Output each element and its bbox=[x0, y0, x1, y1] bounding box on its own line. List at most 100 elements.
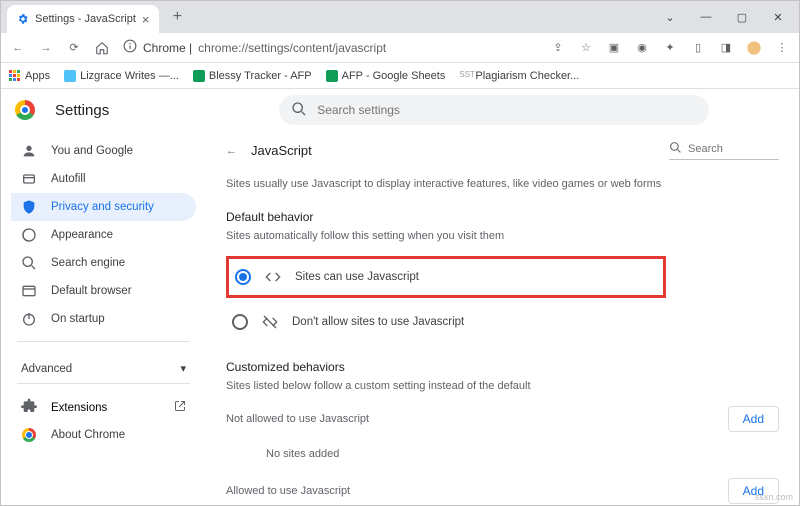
page-header: ← JavaScript bbox=[226, 141, 779, 160]
bookmark-item[interactable]: SST Plagiarism Checker... bbox=[459, 70, 579, 82]
back-icon[interactable]: ← bbox=[7, 37, 29, 59]
page-icon: SST bbox=[459, 70, 471, 82]
browser-tab[interactable]: Settings - JavaScript × bbox=[7, 5, 159, 33]
bookmark-item[interactable]: AFP - Google Sheets bbox=[326, 70, 446, 82]
search-settings[interactable] bbox=[279, 95, 709, 125]
reload-icon[interactable]: ⟳ bbox=[63, 37, 85, 59]
divider bbox=[17, 383, 190, 384]
ext-square-icon[interactable]: ▣ bbox=[603, 37, 625, 59]
sheets-icon bbox=[326, 70, 338, 82]
about-label: About Chrome bbox=[51, 429, 125, 441]
radio-label: Don't allow sites to use Javascript bbox=[292, 316, 464, 328]
search-icon bbox=[669, 141, 682, 157]
code-icon bbox=[265, 269, 281, 285]
sidebar-item-about[interactable]: About Chrome bbox=[11, 421, 196, 449]
sidebar-item-you-and-google[interactable]: You and Google bbox=[11, 137, 196, 165]
sidebar-item-extensions[interactable]: Extensions bbox=[11, 392, 196, 417]
bookmark-item[interactable]: Lizgrace Writes —... bbox=[64, 70, 179, 82]
bookmark-label: Apps bbox=[25, 70, 50, 82]
extensions-label: Extensions bbox=[51, 402, 107, 414]
sidebar-item-privacy[interactable]: Privacy and security bbox=[11, 193, 196, 221]
sidebar-item-search-engine[interactable]: Search engine bbox=[11, 249, 196, 277]
power-icon bbox=[21, 311, 37, 327]
page-description: Sites usually use Javascript to display … bbox=[226, 178, 779, 190]
menu-icon[interactable]: ⋮ bbox=[771, 37, 793, 59]
radio-icon[interactable] bbox=[235, 269, 251, 285]
no-sites-text: No sites added bbox=[226, 438, 779, 478]
minimize-button[interactable]: — bbox=[689, 6, 723, 28]
bookmark-label: Lizgrace Writes —... bbox=[80, 70, 179, 82]
chrome-logo-icon bbox=[15, 100, 35, 120]
bookmark-label: Blessy Tracker - AFP bbox=[209, 70, 312, 82]
sidebar-item-label: Appearance bbox=[51, 229, 113, 241]
sidebar: You and Google Autofill Privacy and secu… bbox=[1, 131, 196, 505]
not-allowed-section: Not allowed to use Javascript Add bbox=[226, 406, 779, 432]
allowed-section: Allowed to use Javascript Add bbox=[226, 478, 779, 504]
back-icon[interactable]: ← bbox=[226, 145, 237, 157]
section-custom-title: Customized behaviors bbox=[226, 360, 779, 374]
chevron-down-icon[interactable]: ⌄ bbox=[653, 6, 687, 28]
avatar[interactable] bbox=[743, 37, 765, 59]
url-prefix: Chrome | bbox=[143, 41, 192, 55]
shield-icon[interactable]: ◉ bbox=[631, 37, 653, 59]
sidebar-item-default-browser[interactable]: Default browser bbox=[11, 277, 196, 305]
not-allowed-label: Not allowed to use Javascript bbox=[226, 413, 369, 425]
appearance-icon bbox=[21, 227, 37, 243]
close-button[interactable]: ✕ bbox=[761, 6, 795, 28]
bookmark-icon[interactable]: ☆ bbox=[575, 37, 597, 59]
nav-toolbar: ← → ⟳ Chrome | chrome://settings/content… bbox=[1, 33, 799, 63]
person-icon bbox=[21, 143, 37, 159]
content-area: You and Google Autofill Privacy and secu… bbox=[1, 131, 799, 505]
site-info-icon[interactable] bbox=[123, 39, 137, 56]
divider bbox=[17, 341, 190, 342]
sidebar-item-label: On startup bbox=[51, 313, 105, 325]
close-icon[interactable]: × bbox=[142, 12, 150, 27]
radio-allow-js[interactable]: Sites can use Javascript bbox=[226, 256, 666, 298]
side-panel-icon[interactable]: ◨ bbox=[715, 37, 737, 59]
settings-header: Settings bbox=[1, 89, 799, 131]
page-search-input[interactable] bbox=[688, 143, 779, 155]
radio-label: Sites can use Javascript bbox=[295, 271, 419, 283]
allowed-label: Allowed to use Javascript bbox=[226, 485, 350, 497]
maximize-button[interactable]: ▢ bbox=[725, 6, 759, 28]
bookmark-label: AFP - Google Sheets bbox=[342, 70, 446, 82]
folder-icon bbox=[64, 70, 76, 82]
chrome-icon bbox=[21, 427, 37, 443]
section-default-behavior: Default behavior bbox=[226, 210, 779, 224]
sidebar-item-on-startup[interactable]: On startup bbox=[11, 305, 196, 333]
search-settings-input[interactable] bbox=[317, 103, 697, 117]
reading-list-icon[interactable]: ▯ bbox=[687, 37, 709, 59]
advanced-label: Advanced bbox=[21, 363, 72, 375]
titlebar: Settings - JavaScript × + ⌄ — ▢ ✕ bbox=[1, 1, 799, 33]
bookmark-label: Plagiarism Checker... bbox=[475, 70, 579, 82]
section-custom-sub: Sites listed below follow a custom setti… bbox=[226, 380, 779, 392]
extensions-icon bbox=[21, 398, 37, 417]
new-tab-button[interactable]: + bbox=[165, 5, 189, 29]
radio-icon[interactable] bbox=[232, 314, 248, 330]
window-controls: ⌄ — ▢ ✕ bbox=[653, 6, 799, 28]
watermark: ssxn.com bbox=[755, 492, 793, 502]
search-icon bbox=[21, 255, 37, 271]
search-icon bbox=[291, 101, 307, 120]
bookmark-item[interactable]: Blessy Tracker - AFP bbox=[193, 70, 312, 82]
shield-icon bbox=[21, 199, 37, 215]
apps-icon bbox=[9, 70, 21, 82]
home-icon[interactable] bbox=[91, 37, 113, 59]
sheets-icon bbox=[193, 70, 205, 82]
forward-icon[interactable]: → bbox=[35, 37, 57, 59]
sidebar-item-label: You and Google bbox=[51, 145, 133, 157]
page-search[interactable] bbox=[669, 141, 779, 160]
sidebar-advanced[interactable]: Advanced ▾ bbox=[11, 350, 196, 375]
external-link-icon bbox=[174, 400, 186, 415]
sidebar-item-label: Default browser bbox=[51, 285, 132, 297]
radio-block-js[interactable]: Don't allow sites to use Javascript bbox=[226, 304, 779, 340]
extensions-icon[interactable]: ✦ bbox=[659, 37, 681, 59]
add-button[interactable]: Add bbox=[728, 406, 779, 432]
sidebar-item-autofill[interactable]: Autofill bbox=[11, 165, 196, 193]
bookmark-apps[interactable]: Apps bbox=[9, 70, 50, 82]
address-bar[interactable]: Chrome | chrome://settings/content/javas… bbox=[119, 39, 541, 56]
sidebar-item-appearance[interactable]: Appearance bbox=[11, 221, 196, 249]
sidebar-item-label: Search engine bbox=[51, 257, 125, 269]
share-icon[interactable]: ⇪ bbox=[547, 37, 569, 59]
app-title: Settings bbox=[55, 102, 109, 119]
